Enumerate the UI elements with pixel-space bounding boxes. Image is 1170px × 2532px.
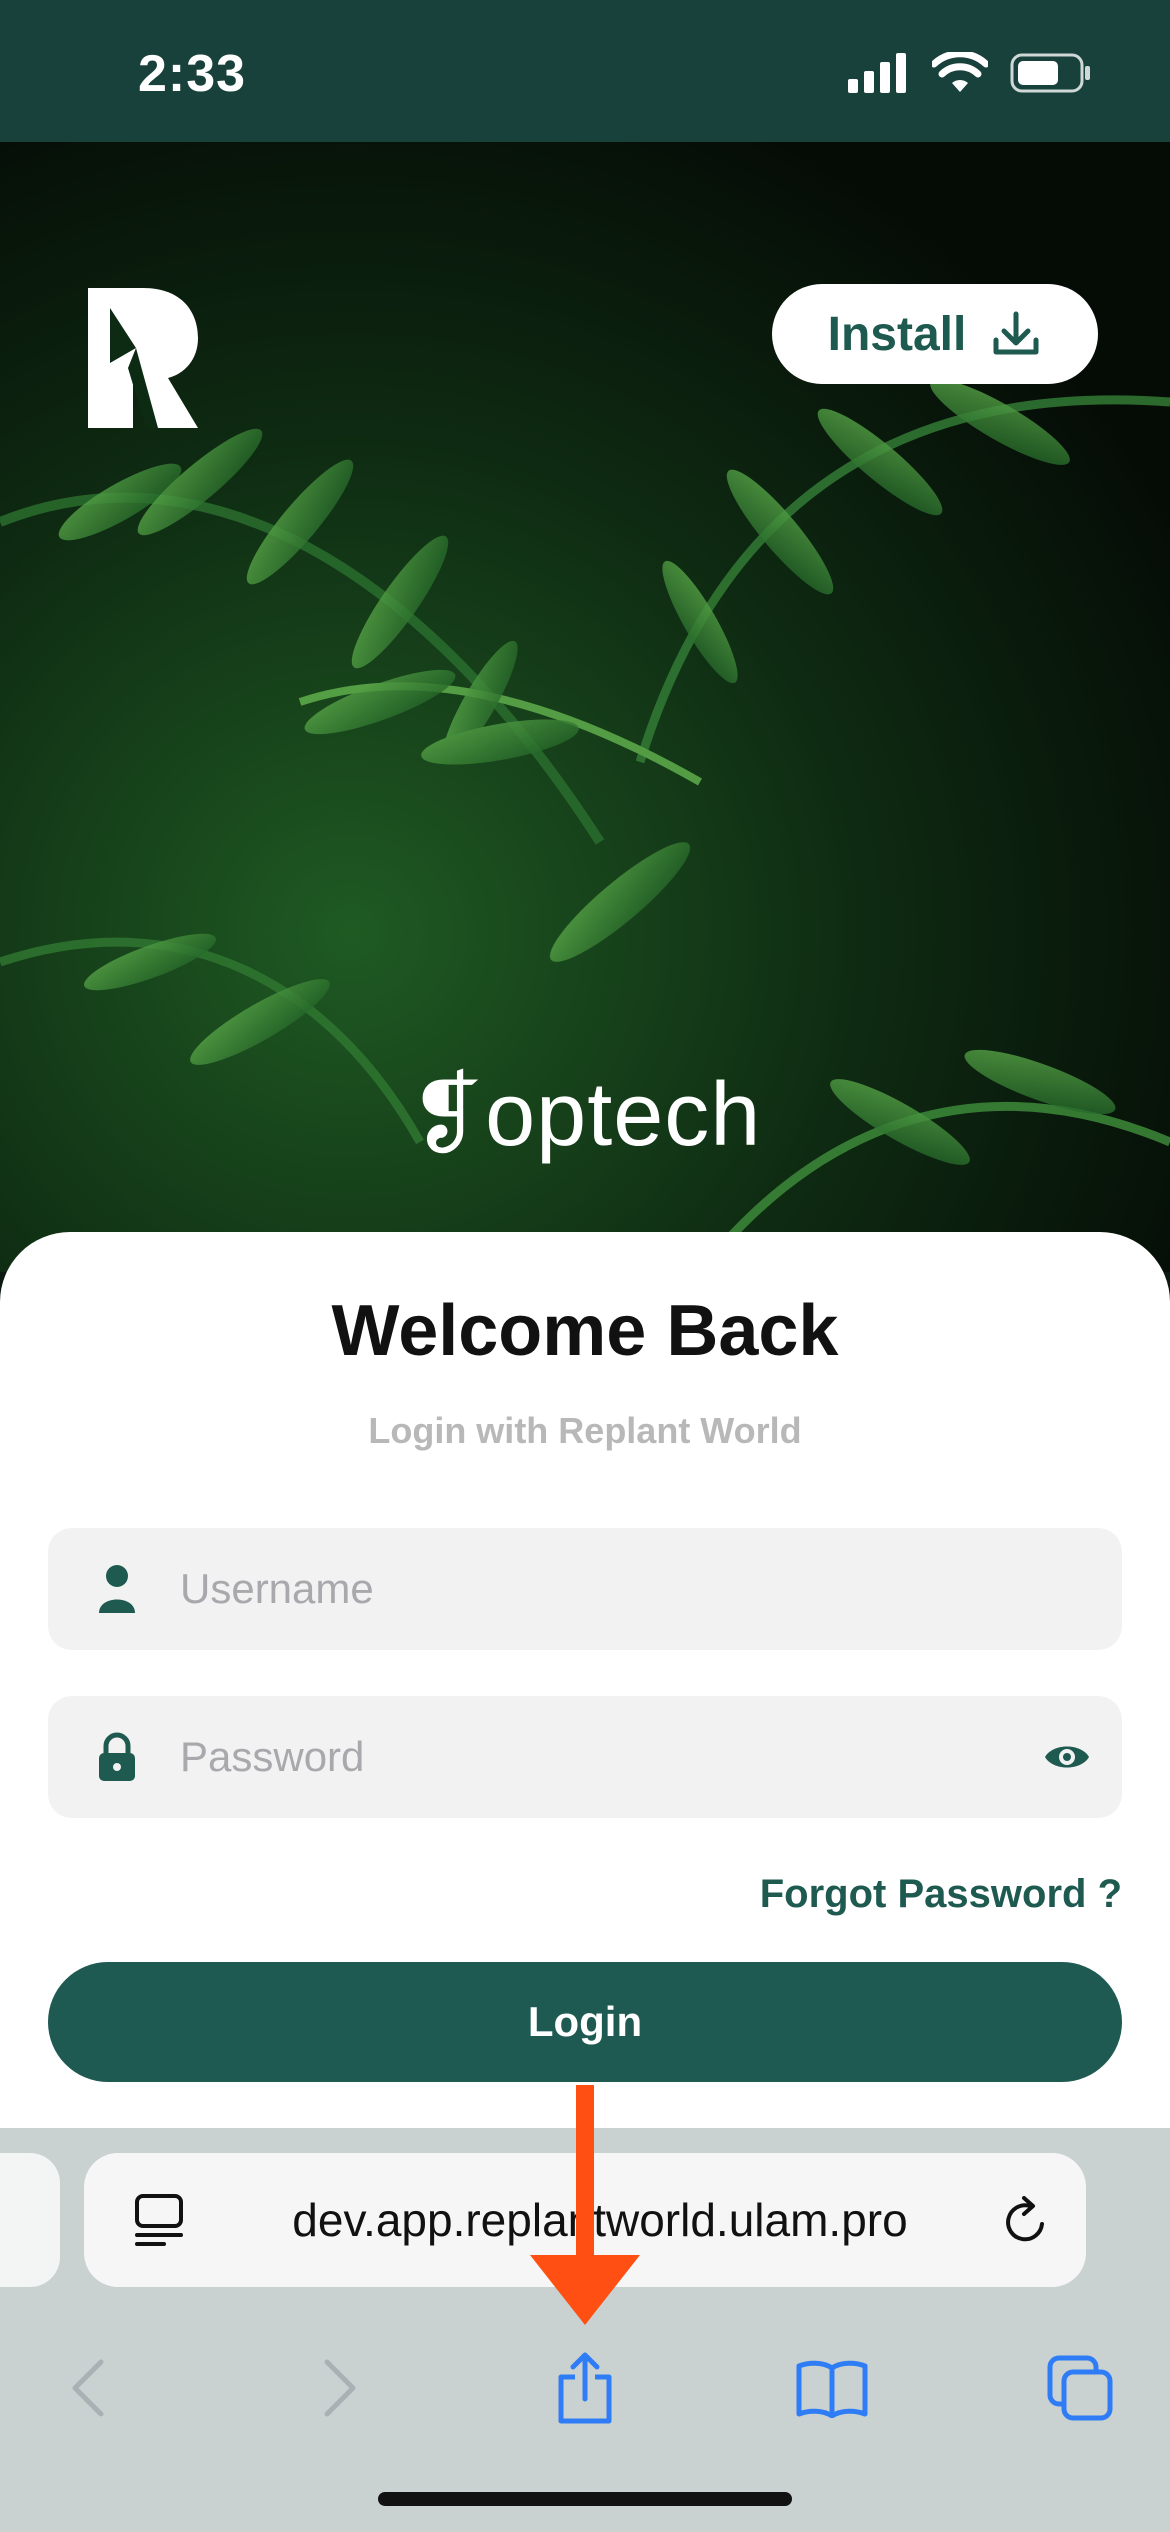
cellular-signal-icon [848, 53, 906, 93]
status-icons [848, 52, 1092, 94]
share-icon [558, 2352, 612, 2424]
login-button[interactable]: Login [48, 1962, 1122, 2082]
lock-icon [99, 1732, 135, 1781]
chevron-left-icon [72, 2359, 104, 2417]
status-bar: 2:33 [0, 0, 1170, 142]
password-input[interactable] [180, 1733, 1012, 1781]
previous-tab-preview[interactable] [0, 2153, 60, 2287]
forgot-password-link[interactable]: Forgot Password ? [760, 1872, 1122, 1917]
show-password-eye-icon[interactable] [1043, 1740, 1091, 1774]
page-subtitle: Login with Replant World [368, 1410, 802, 1451]
brand-text: optech [485, 1065, 762, 1165]
brand-leaf-icon: ❡ [408, 1065, 486, 1165]
brand-wordmark: ❡optech [0, 1062, 1170, 1167]
login-card: Welcome Back Login with Replant World Us… [0, 1232, 1170, 2132]
username-input[interactable] [180, 1565, 1122, 1613]
chevron-right-icon [324, 2359, 356, 2417]
replant-logo-icon [88, 288, 198, 428]
install-label: Install [827, 307, 967, 361]
tabs-button[interactable] [1020, 2328, 1140, 2448]
annotation-arrow-icon [530, 2085, 640, 2325]
browser-nav-row [0, 2328, 1170, 2448]
share-button[interactable] [525, 2328, 645, 2448]
status-time: 2:33 [138, 45, 247, 103]
wifi-icon [932, 52, 988, 92]
password-field[interactable] [48, 1696, 1122, 1818]
book-icon [796, 2360, 868, 2418]
page-menu-icon[interactable] [134, 2193, 184, 2247]
back-button[interactable] [28, 2328, 148, 2448]
hero-background: Install ❡optech [0, 142, 1170, 1272]
tabs-icon [1047, 2355, 1113, 2421]
reload-icon[interactable] [1002, 2194, 1050, 2246]
login-label: Login [527, 1998, 643, 2045]
install-button[interactable]: Install [772, 284, 1098, 384]
bookmarks-button[interactable] [772, 2328, 892, 2448]
forward-button[interactable] [280, 2328, 400, 2448]
home-indicator [378, 2492, 792, 2506]
user-icon [99, 1565, 135, 1613]
username-field[interactable] [48, 1528, 1122, 1650]
download-icon [993, 311, 1039, 355]
battery-icon [1010, 53, 1090, 93]
page-title: Welcome Back [331, 1291, 839, 1371]
